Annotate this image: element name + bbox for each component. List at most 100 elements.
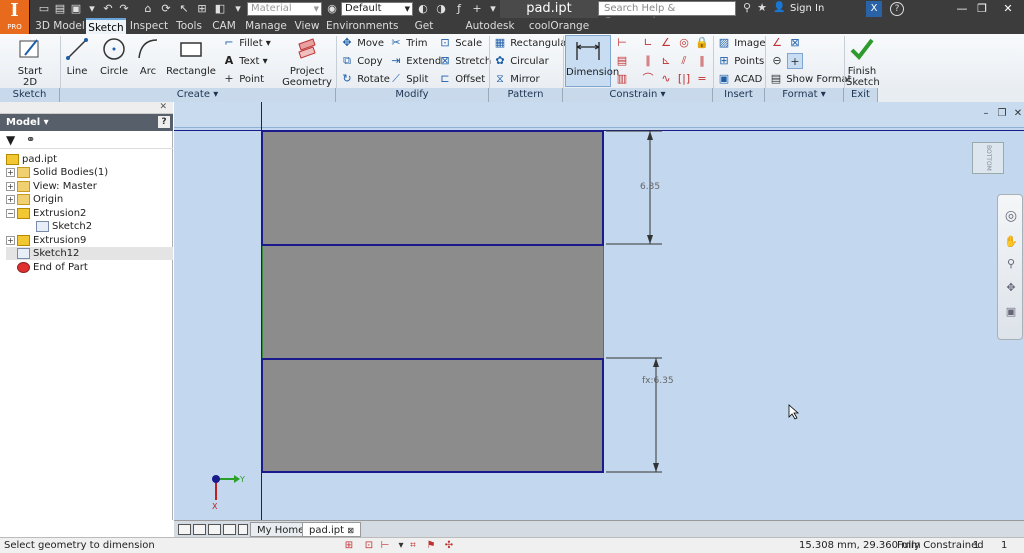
tree-item-extrusion9[interactable]: + Extrusion9 xyxy=(6,234,86,247)
parallel-icon[interactable]: ∥ xyxy=(640,53,656,69)
concentric-icon[interactable]: ◎ xyxy=(676,35,692,51)
browser-header[interactable]: Model ▾ ? xyxy=(0,114,173,131)
tree-item-view-master[interactable]: + View: Master xyxy=(6,180,97,193)
coincident-icon[interactable]: ∟ xyxy=(640,35,656,51)
expand-icon[interactable]: + xyxy=(6,167,15,177)
expand-icon[interactable]: + xyxy=(6,194,15,204)
relax-icon[interactable]: ⚑ xyxy=(424,539,438,553)
tab-manage[interactable]: Manage xyxy=(244,18,288,34)
show-dof-icon[interactable]: ✣ xyxy=(442,539,456,553)
constraint-inference-icon[interactable]: ⊡ xyxy=(362,539,376,553)
arrange-horizontal-icon[interactable] xyxy=(208,524,221,535)
extend-button[interactable]: ⇥ Extend xyxy=(389,53,441,69)
app-logo[interactable]: I PRO xyxy=(0,0,30,34)
search-icon[interactable]: ⚲ xyxy=(739,1,755,17)
exchange-icon[interactable]: X xyxy=(866,1,882,17)
undo-icon[interactable]: ↶ xyxy=(100,2,116,16)
look-at-icon[interactable]: ▣ xyxy=(1004,305,1018,319)
filter-icon[interactable]: ▼ xyxy=(6,133,15,147)
fillet-button[interactable]: ⌐ Fillet ▾ xyxy=(222,35,270,51)
trim-button[interactable]: ✂ Trim xyxy=(389,35,427,51)
stretch-button[interactable]: ⊠ Stretch xyxy=(438,53,491,69)
doc-tab-pad-ipt[interactable]: pad.ipt ⊠ xyxy=(302,522,361,537)
construction-icon[interactable]: ∠ xyxy=(769,35,785,51)
save-icon[interactable]: ▣ xyxy=(68,2,84,16)
adjust-icon[interactable]: ◐ xyxy=(415,2,431,16)
update-icon[interactable]: ⟳ xyxy=(158,2,174,16)
close-icon[interactable]: ⊠ xyxy=(347,526,354,535)
panel-label-create[interactable]: Create ▾ xyxy=(60,88,336,102)
tab-get-started[interactable]: Get Started xyxy=(398,18,450,48)
customize-icon[interactable]: ▾ xyxy=(485,2,501,16)
zoom-icon[interactable]: ⚲ xyxy=(1004,257,1018,271)
dimension-value-top[interactable]: 6.35 xyxy=(640,182,660,192)
point-button[interactable]: + Point xyxy=(222,71,264,87)
cascade-icon[interactable] xyxy=(193,524,206,535)
fix-icon[interactable]: 🔒 xyxy=(694,35,710,51)
viewport-restore-icon[interactable]: ❐ xyxy=(996,108,1008,120)
close-icon[interactable]: ✕ xyxy=(998,1,1018,17)
text-button[interactable]: A Text ▾ xyxy=(222,53,268,69)
grid-snap-icon[interactable]: ⌗ xyxy=(406,539,420,553)
sign-in-link[interactable]: Sign In xyxy=(790,3,824,14)
open-file-icon[interactable]: ▤ xyxy=(52,2,68,16)
home-icon[interactable]: ⌂ xyxy=(140,2,156,16)
find-icon[interactable]: ⚭ xyxy=(26,133,35,146)
restore-icon[interactable]: ❐ xyxy=(972,1,992,17)
save-dropdown-icon[interactable]: ▾ xyxy=(84,2,100,16)
line-button[interactable]: Line xyxy=(62,36,92,77)
arrange-vertical-icon[interactable] xyxy=(223,524,236,535)
panel-label-format[interactable]: Format ▾ xyxy=(765,88,844,102)
tile-icon[interactable] xyxy=(178,524,191,535)
browser-help-icon[interactable]: ? xyxy=(158,116,170,128)
rectangular-pattern-button[interactable]: ▦ Rectangular xyxy=(493,35,571,51)
relax-mode-icon[interactable]: ▥ xyxy=(614,71,630,87)
sketch-rectangle-middle[interactable] xyxy=(262,246,604,358)
color-icon[interactable]: ◧ xyxy=(212,2,228,16)
viewcube[interactable]: BOTTOM xyxy=(972,142,1004,174)
material-combo[interactable]: Material ▼ xyxy=(247,2,322,16)
tab-coolorange[interactable]: coolOrange xyxy=(528,18,590,34)
sketch-rectangle-bottom[interactable] xyxy=(261,358,604,473)
arc-button[interactable]: Arc xyxy=(134,36,162,77)
rectangle-button[interactable]: Rectangle xyxy=(166,36,216,77)
image-button[interactable]: ▨ Image xyxy=(717,35,766,51)
tab-3d-model[interactable]: 3D Model xyxy=(34,18,86,34)
appearance-combo[interactable]: Default ▼ xyxy=(341,2,413,16)
minimize-icon[interactable]: — xyxy=(952,1,972,17)
steering-wheel-icon[interactable]: ◎ xyxy=(1004,209,1018,223)
split-button[interactable]: ⟋ Split xyxy=(389,71,428,87)
fx-icon[interactable]: ƒ xyxy=(451,2,467,16)
circle-button[interactable]: Circle xyxy=(98,36,130,77)
dimension-mode-icon[interactable]: ⊢ xyxy=(378,539,392,553)
graphics-viewport[interactable]: – ❐ ✕ 6.35 fx:6.35 BOTTOM ◎ ✋ ⚲ ✥ ▣ Y X xyxy=(174,102,1024,520)
viewport-close-icon[interactable]: ✕ xyxy=(1012,108,1024,120)
pan-icon[interactable]: ✋ xyxy=(1004,235,1018,249)
expand-icon[interactable]: + xyxy=(6,235,15,245)
driven-dimension-icon[interactable]: + xyxy=(787,53,803,69)
tree-item-pad-ipt[interactable]: pad.ipt xyxy=(6,153,57,166)
select-icon[interactable]: ↖ xyxy=(176,2,192,16)
symmetric-icon[interactable]: [|] xyxy=(676,71,692,87)
move-button[interactable]: ✥ Move xyxy=(340,35,384,51)
tab-view[interactable]: View xyxy=(292,18,322,34)
tree-item-sketch2[interactable]: Sketch2 xyxy=(36,220,92,233)
viewport-minimize-icon[interactable]: – xyxy=(980,108,992,120)
tab-autodesk-a360[interactable]: Autodesk A360 xyxy=(456,18,524,48)
redo-icon[interactable]: ↷ xyxy=(116,2,132,16)
dimension-button[interactable]: Dimension xyxy=(565,35,619,87)
search-input[interactable]: Search Help & Commands... xyxy=(598,1,736,27)
orbit-icon[interactable]: ✥ xyxy=(1004,281,1018,295)
mirror-button[interactable]: ⧖ Mirror xyxy=(493,71,540,87)
offset-button[interactable]: ⊏ Offset xyxy=(438,71,485,87)
plus-icon[interactable]: + xyxy=(469,2,485,16)
help-icon[interactable]: ? xyxy=(890,2,904,16)
sketch-rectangle-top[interactable] xyxy=(261,130,604,246)
vertical-icon[interactable]: ‖ xyxy=(694,53,710,69)
copy-button[interactable]: ⧉ Copy xyxy=(340,53,383,69)
tree-item-solid-bodies[interactable]: + Solid Bodies(1) xyxy=(6,166,108,179)
center-point-icon[interactable]: ⊖ xyxy=(769,53,785,69)
tab-tools[interactable]: Tools xyxy=(172,18,206,34)
scale-button[interactable]: ⊡ Scale xyxy=(438,35,482,51)
points-button[interactable]: ⊞ Points xyxy=(717,53,764,69)
